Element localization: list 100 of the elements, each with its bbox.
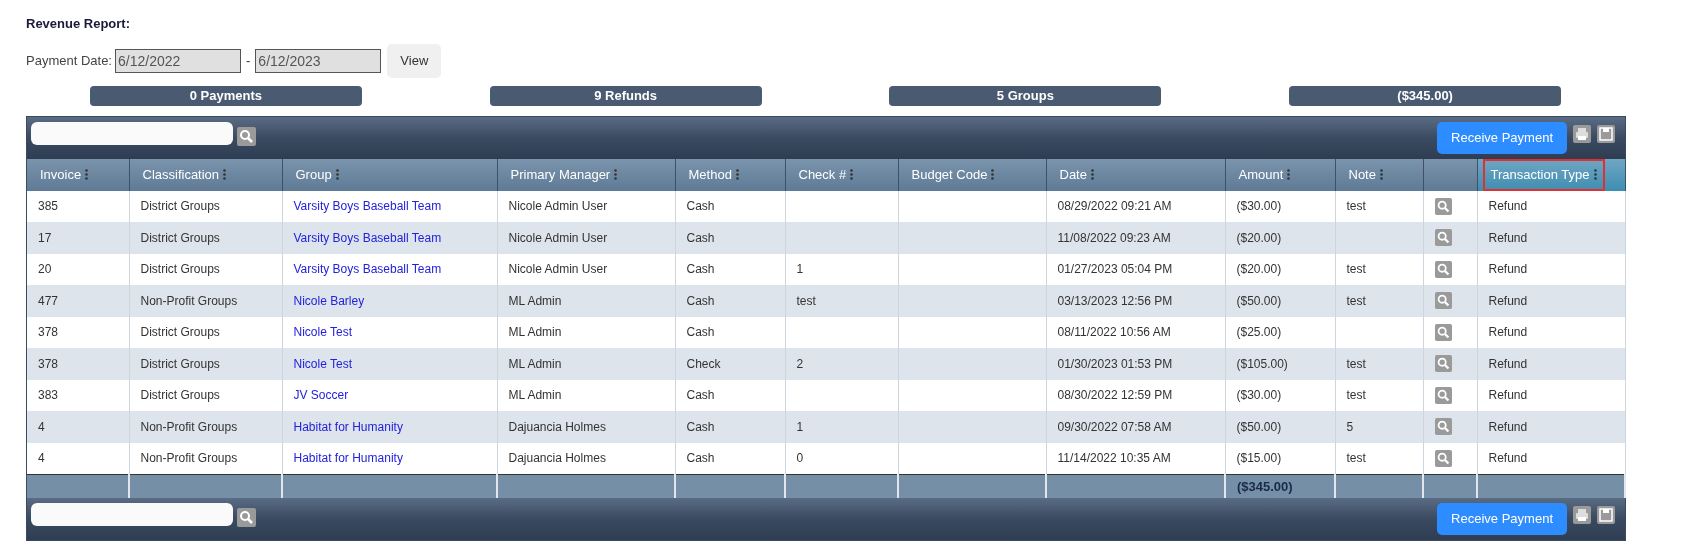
column-menu-icon[interactable] [1287,169,1291,181]
summary-badge: 5 Groups [889,86,1162,106]
column-menu-icon[interactable] [85,169,89,181]
table-cell: test [1346,451,1366,465]
table-cell: Cash [686,325,715,340]
column-menu-icon[interactable] [850,169,854,181]
table-cell: ($20.00) [1236,230,1282,245]
table-cell: Refund [1488,230,1528,245]
group-link[interactable]: Habitat for Humanity [293,419,403,434]
receive-payment-button[interactable]: Receive Payment [1437,503,1567,535]
table-cell: District Groups [140,325,220,340]
table-cell: ($25.00) [1236,325,1282,340]
group-link[interactable]: JV Soccer [293,388,349,403]
column-header[interactable]: Transaction Type [1482,159,1605,191]
column-menu-icon[interactable] [335,169,339,181]
column-menu-icon[interactable] [1090,169,1094,181]
save-icon[interactable] [1597,125,1615,143]
table-cell: Cash [686,230,715,245]
table-cell: Cash [686,262,715,277]
table-cell: ML Admin [508,388,562,403]
search-icon[interactable] [1434,292,1452,310]
group-link[interactable]: Nicole Test [293,356,352,371]
date-separator: - [245,52,252,71]
table-cell: 11/08/2022 09:23 AM [1057,230,1171,245]
printer-icon[interactable] [1573,506,1591,524]
table-cell: 378 [38,356,59,371]
table-cell: Refund [1488,325,1528,340]
table-cell: 0 [796,451,804,465]
table-cell: ($15.00) [1236,451,1282,465]
table-cell: 1 [796,419,804,434]
search-icon[interactable] [1434,449,1452,467]
summary-badge: 9 Refunds [489,86,762,106]
group-link[interactable]: Habitat for Humanity [293,451,403,465]
table-cell: Refund [1488,293,1528,308]
column-menu-icon[interactable] [1593,169,1597,181]
table-cell: Refund [1488,199,1528,214]
table-cell: Non-Profit Groups [140,419,238,434]
search-icon[interactable] [1434,197,1452,215]
table-cell: 378 [38,325,59,340]
group-link[interactable]: Nicole Test [293,325,352,340]
search-icon[interactable] [1434,386,1452,404]
group-link[interactable]: Varsity Boys Baseball Team [293,262,442,277]
summary-badge: 0 Payments [89,86,362,106]
table-cell: 17 [38,230,52,245]
search-icon[interactable] [237,508,256,527]
table-cell: 08/30/2022 12:59 PM [1057,388,1173,403]
table-cell: test [1346,388,1366,403]
save-icon[interactable] [1597,506,1615,524]
table-cell: Non-Profit Groups [140,451,238,465]
table-cell: Check [686,356,721,371]
view-button[interactable]: View [387,44,442,78]
table-cell: District Groups [140,356,220,371]
table-cell: Refund [1488,451,1528,465]
table-cell: 03/13/2023 12:56 PM [1057,293,1173,308]
group-link[interactable]: Varsity Boys Baseball Team [293,230,442,245]
printer-icon[interactable] [1573,125,1591,143]
column-menu-icon[interactable] [735,169,739,181]
table-cell: Nicole Admin User [508,230,608,245]
table-cell: ML Admin [508,293,562,308]
search-icon[interactable] [1434,418,1452,436]
table-cell: 2 [796,356,804,371]
table-cell: 5 [1346,419,1354,434]
table-cell: 01/30/2023 01:53 PM [1057,356,1173,371]
receive-payment-button[interactable]: Receive Payment [1437,122,1567,154]
table-cell: 4 [38,451,45,465]
table-cell: 11/14/2022 10:35 AM [1057,451,1171,465]
table-cell: ($30.00) [1236,199,1282,214]
table-cell: test [1346,293,1366,308]
table-cell: Dajuancia Holmes [508,419,606,434]
table-cell: 08/29/2022 09:21 AM [1057,199,1172,214]
group-link[interactable]: Varsity Boys Baseball Team [293,199,442,214]
table-cell: 1 [796,262,804,277]
search-icon[interactable] [1434,355,1452,373]
date-field[interactable]: 6/12/2023 [255,49,382,73]
table-cell: District Groups [140,199,220,214]
table-cell: District Groups [140,230,220,245]
table-cell: 385 [38,199,59,214]
search-icon[interactable] [1434,323,1452,341]
table-cell: 383 [38,388,59,403]
column-menu-icon[interactable] [1379,169,1383,181]
search-field[interactable] [31,122,233,145]
table-cell: 09/30/2022 07:58 AM [1057,419,1172,434]
date-field[interactable]: 6/12/2022 [115,49,241,73]
table-cell: Cash [686,293,715,308]
column-menu-icon[interactable] [223,169,227,181]
search-field[interactable] [31,503,233,526]
table-cell: test [1346,262,1366,277]
report-title: Revenue Report: [26,15,131,33]
search-icon[interactable] [237,127,256,146]
table-cell: Nicole Admin User [508,199,608,214]
column-menu-icon[interactable] [991,169,995,181]
total-amount: ($345.00) [1237,478,1293,494]
column-menu-icon[interactable] [614,169,618,181]
table-cell: ($105.00) [1236,356,1288,371]
table-cell: test [1346,199,1366,214]
group-link[interactable]: Nicole Barley [293,293,365,308]
search-icon[interactable] [1434,229,1452,247]
table-cell: Refund [1488,419,1528,434]
search-icon[interactable] [1434,260,1452,278]
table-cell: Dajuancia Holmes [508,451,606,465]
